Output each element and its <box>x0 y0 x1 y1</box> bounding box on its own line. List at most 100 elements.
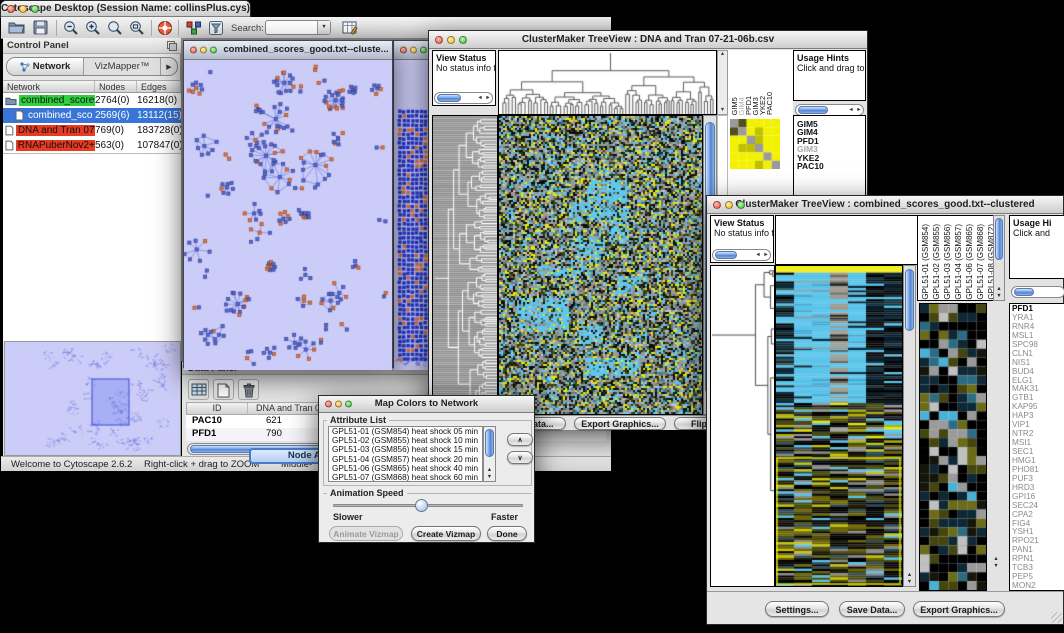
attribute-list-item[interactable]: GPL51-01 (GSM854) heat shock 05 min <box>329 427 482 436</box>
dialog-titlebar[interactable]: Map Colors to Network <box>319 396 534 413</box>
tv1-mini-scroll[interactable]: ▲▼ <box>717 50 728 115</box>
scroll-thumb[interactable] <box>905 269 914 331</box>
tv2-labels-vscrollbar[interactable]: ▲▼ <box>993 215 1005 301</box>
zoom-icon[interactable] <box>210 47 217 54</box>
close-icon[interactable] <box>435 36 443 44</box>
tab-overflow-arrow[interactable]: ▶ <box>161 58 177 75</box>
new-attribute-icon[interactable] <box>213 379 234 400</box>
attribute-list-item[interactable]: GPL51-07 (GSM868) heat shock 60 min <box>329 473 482 482</box>
scroll-thumb[interactable] <box>485 429 494 457</box>
scroll-thumb[interactable] <box>798 106 828 114</box>
tv1-column-dendrogram[interactable] <box>498 50 717 115</box>
column-header[interactable]: Edges <box>137 81 181 92</box>
tv2-summary-scroll-arrows[interactable]: ▲▼ <box>989 556 1003 570</box>
column-label[interactable]: GPL51-01 (GSM854) <box>921 224 932 300</box>
network1-canvas[interactable] <box>184 60 392 370</box>
column-header[interactable]: ID <box>187 403 248 414</box>
network1-titlebar[interactable]: combined_scores_good.txt--cluste... <box>184 41 392 60</box>
network-row-selected[interactable]: combined_sco 2569(6) 13112(15) <box>3 108 181 123</box>
attribute-select-icon[interactable] <box>188 379 209 400</box>
export-graphics-button[interactable]: Export Graphics... <box>574 417 666 430</box>
search-input[interactable]: ▼ <box>265 20 331 35</box>
minimize-icon[interactable] <box>410 47 417 54</box>
zoom-icon[interactable] <box>345 401 352 408</box>
open-file-icon[interactable] <box>7 20 25 37</box>
zoom-fit-icon[interactable] <box>128 20 146 37</box>
column-label[interactable]: YKE2 <box>758 96 765 115</box>
scroll-thumb[interactable] <box>715 251 737 259</box>
save-icon[interactable] <box>31 20 49 37</box>
treeview1-titlebar[interactable]: ClusterMaker TreeView : DNA and Tran 07-… <box>429 31 867 49</box>
column-label[interactable]: GPL51-03 (GSM856) <box>943 224 954 300</box>
tab-vizmapper[interactable]: VizMapper™ <box>84 58 161 75</box>
zoom-icon[interactable] <box>459 36 467 44</box>
minimize-icon[interactable] <box>447 36 455 44</box>
network2-canvas[interactable] <box>394 60 429 370</box>
column-label[interactable]: GIM5 <box>730 97 737 115</box>
scroll-left-icon[interactable]: ◄ <box>754 250 762 260</box>
vizmapper-icon[interactable] <box>185 20 203 37</box>
network-row[interactable]: combined_scores 2764(0) 16218(0) <box>3 93 181 108</box>
resize-grip[interactable] <box>1051 612 1062 623</box>
network-row[interactable]: RNAPuberNov2+ 563(0) 107847(0) <box>3 138 181 153</box>
scroll-right-icon[interactable]: ► <box>762 250 770 260</box>
attribute-list-vscrollbar[interactable]: ▲▼ <box>483 426 496 482</box>
network-row[interactable]: DNA and Tran 07 769(0) 183728(0) <box>3 123 181 138</box>
delete-attribute-icon[interactable] <box>238 379 259 400</box>
scroll-arrows[interactable]: ▲▼ <box>904 572 915 586</box>
minimize-icon[interactable] <box>725 201 733 209</box>
scroll-arrows[interactable]: ▲▼ <box>484 467 495 481</box>
column-header[interactable]: Nodes <box>95 81 137 92</box>
tv1-correlation-matrix[interactable] <box>730 119 780 169</box>
tv2-row-dendrogram[interactable] <box>710 265 775 587</box>
attribute-list-item[interactable]: GPL51-06 (GSM865) heat shock 40 min <box>329 464 482 473</box>
scroll-down-icon[interactable]: ▼ <box>718 107 727 113</box>
done-button[interactable]: Done <box>487 526 527 541</box>
tv2-summary-heatmap[interactable] <box>919 303 987 591</box>
network2-titlebar[interactable] <box>394 41 429 60</box>
main-titlebar[interactable]: Cytoscape Desktop (Session Name: collins… <box>1 1 250 17</box>
column-label[interactable]: GPL51-04 (GSM857) <box>954 224 965 300</box>
column-label[interactable]: GIM4 <box>737 97 744 115</box>
tv2-usage-hscrollbar[interactable] <box>1011 286 1064 298</box>
float-panel-icon[interactable] <box>167 41 177 54</box>
zoom-out-icon[interactable] <box>62 20 80 37</box>
zoom-icon[interactable] <box>31 5 39 13</box>
filter-icon[interactable] <box>207 20 225 37</box>
close-icon[interactable] <box>190 47 197 54</box>
column-label[interactable]: GPL51-07 (GSM868) <box>976 224 987 300</box>
move-down-button[interactable]: ∨ <box>507 451 533 464</box>
tv2-heatmap-vscrollbar[interactable]: ▲▼ <box>903 265 916 587</box>
scroll-right-icon[interactable]: ► <box>484 93 492 103</box>
column-label[interactable]: GPL51-06 (GSM865) <box>965 224 976 300</box>
search-dropdown-icon[interactable]: ▼ <box>317 21 330 34</box>
scroll-thumb[interactable] <box>437 94 461 102</box>
attribute-list-item[interactable]: GPL51-02 (GSM855) heat shock 10 min <box>329 436 482 445</box>
close-icon[interactable] <box>7 5 15 13</box>
treeview2-titlebar[interactable]: ClusterMaker TreeView : combined_scores_… <box>707 196 1063 214</box>
tv1-row-dendrogram[interactable] <box>432 115 498 415</box>
tv1-heatmap[interactable] <box>498 115 703 415</box>
create-vizmap-button[interactable]: Create Vizmap <box>411 526 481 541</box>
help-lifering-icon[interactable] <box>156 20 174 37</box>
column-label[interactable]: PFD1 <box>744 96 751 115</box>
zoom-in-icon[interactable] <box>84 20 102 37</box>
slider-thumb[interactable] <box>415 499 428 512</box>
column-label[interactable]: GIM3 <box>751 97 758 115</box>
move-up-button[interactable]: ∧ <box>507 433 533 446</box>
tv1-status-hscrollbar[interactable]: ◄► <box>434 92 493 104</box>
column-header[interactable]: Network <box>3 81 95 92</box>
minimize-icon[interactable] <box>335 401 342 408</box>
close-icon[interactable] <box>400 47 407 54</box>
tv2-heatmap[interactable] <box>775 265 903 587</box>
network-overview[interactable] <box>4 341 181 456</box>
attribute-list-item[interactable]: GPL51-03 (GSM856) heat shock 15 min <box>329 445 482 454</box>
animation-speed-slider[interactable] <box>333 504 523 507</box>
scroll-thumb[interactable] <box>1014 288 1034 296</box>
close-icon[interactable] <box>325 401 332 408</box>
zoom-icon[interactable] <box>420 47 427 54</box>
scroll-right-icon[interactable]: ► <box>855 105 863 115</box>
column-label[interactable]: GPL51-02 (GSM855) <box>932 224 943 300</box>
scroll-left-icon[interactable]: ◄ <box>476 93 484 103</box>
close-icon[interactable] <box>713 201 721 209</box>
